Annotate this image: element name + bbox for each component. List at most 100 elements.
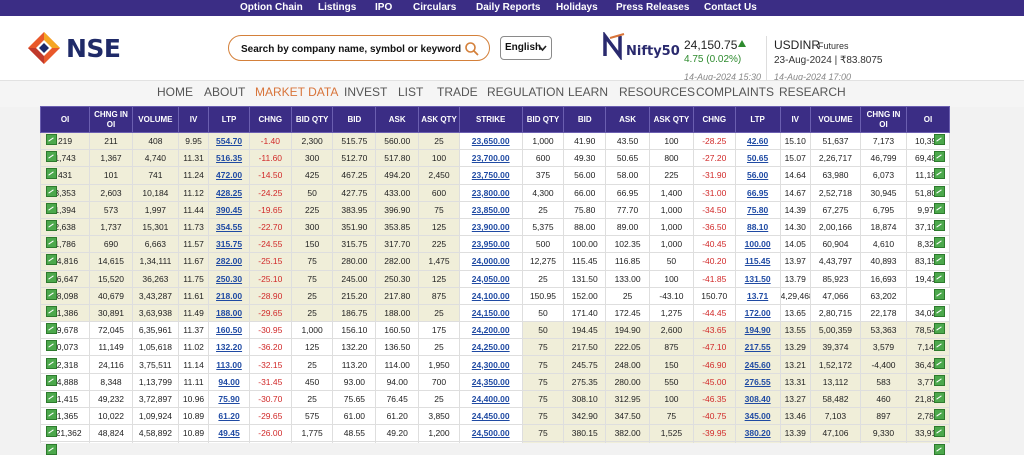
ltp-value[interactable]: 13.71 (747, 291, 768, 301)
ltp-value[interactable]: 115.45 (745, 256, 771, 266)
ltp-link[interactable]: 516.35 (208, 149, 250, 168)
ltp-link[interactable]: 50.65 (734, 149, 781, 168)
ltp-link[interactable]: 217.55 (734, 338, 781, 357)
chart-icon[interactable] (46, 185, 57, 197)
ltp-value[interactable]: 172.00 (745, 308, 771, 318)
chart-icon[interactable] (46, 202, 57, 214)
ltp-value[interactable]: 42.60 (747, 136, 768, 146)
chart-icon[interactable] (934, 374, 945, 386)
ltp-link[interactable]: 49.45 (208, 424, 250, 443)
strike-price[interactable]: 24,200.00 (472, 325, 510, 335)
ltp-value[interactable]: 113.00 (216, 360, 242, 370)
ltp-value[interactable]: 94.00 (218, 377, 239, 387)
strike-price-link[interactable]: 23,850.00 (458, 200, 523, 219)
column-header-iv[interactable]: IV (177, 106, 210, 133)
search-icon[interactable] (464, 41, 480, 57)
ltp-value[interactable]: 218.00 (216, 291, 242, 301)
ltp-value[interactable]: 75.80 (747, 205, 768, 215)
column-header-volume[interactable]: VOLUME (131, 106, 179, 133)
strike-price[interactable]: 24,150.00 (472, 308, 510, 318)
nav-item-trade[interactable]: TRADE (437, 85, 478, 99)
ltp-link[interactable]: 245.60 (734, 355, 781, 374)
chart-icon[interactable] (934, 426, 945, 438)
nse-logo-icon[interactable] (28, 32, 60, 64)
chart-icon[interactable] (46, 220, 57, 231)
chart-icon[interactable] (934, 340, 945, 352)
strike-price[interactable]: 24,100.00 (472, 291, 510, 301)
ltp-value[interactable]: 282.00 (216, 256, 242, 266)
ltp-link[interactable]: 250.30 (208, 269, 250, 288)
nav-item-resources[interactable]: RESOURCES (619, 85, 695, 99)
topnav-link-option-chain[interactable]: Option Chain (240, 0, 303, 16)
topnav-link-holidays[interactable]: Holidays (556, 0, 598, 16)
chart-icon[interactable] (934, 288, 945, 300)
chart-icon[interactable] (46, 340, 57, 352)
nse-logo-text[interactable]: NSE (66, 34, 121, 63)
chart-icon[interactable] (934, 409, 945, 421)
nav-item-research[interactable]: RESEARCH (779, 85, 846, 99)
strike-price-link[interactable]: 23,950.00 (458, 235, 523, 254)
chart-icon[interactable] (46, 443, 57, 455)
ltp-value[interactable]: 132.20 (216, 342, 242, 352)
strike-price[interactable]: 23,700.00 (472, 153, 510, 163)
strike-price[interactable]: 24,450.00 (472, 411, 510, 421)
column-header-bid[interactable]: BID (563, 106, 607, 133)
ltp-value[interactable]: 428.25 (216, 188, 242, 198)
chart-icon[interactable] (934, 202, 945, 214)
strike-price-link[interactable]: 24,250.00 (458, 338, 523, 357)
nav-item-about[interactable]: ABOUT (204, 85, 245, 99)
ltp-value[interactable]: 354.55 (216, 222, 242, 232)
column-header-ask[interactable]: ASK (605, 106, 650, 133)
nav-item-invest[interactable]: INVEST (344, 85, 387, 99)
ltp-value[interactable]: 49.45 (218, 428, 239, 438)
strike-price-link[interactable]: 24,450.00 (458, 406, 523, 426)
topnav-link-press-releases[interactable]: Press Releases (616, 0, 689, 16)
column-header-strike[interactable]: STRIKE (458, 106, 523, 133)
chart-icon[interactable] (46, 323, 57, 335)
strike-price-link[interactable]: 24,300.00 (458, 355, 523, 374)
chart-icon[interactable] (46, 374, 57, 386)
ltp-link[interactable]: 66.95 (734, 183, 781, 202)
strike-price[interactable]: 24,500.00 (472, 428, 510, 438)
ltp-link[interactable]: 75.90 (208, 389, 250, 409)
nifty50-logo[interactable]: Nifty50 (602, 28, 680, 68)
column-header-oi[interactable]: OI (905, 106, 950, 133)
column-header-chng[interactable]: CHNG (248, 106, 292, 133)
nav-item-market-data[interactable]: MARKET DATA (255, 85, 338, 99)
chart-icon[interactable] (934, 392, 945, 403)
ltp-value[interactable]: 160.50 (216, 325, 242, 335)
topnav-link-listings[interactable]: Listings (318, 0, 356, 16)
column-header-chng[interactable]: CHNG (692, 106, 736, 133)
ltp-value[interactable]: 245.60 (745, 360, 771, 370)
strike-price[interactable]: 23,850.00 (472, 205, 510, 215)
column-header-volume[interactable]: VOLUME (809, 106, 862, 133)
ltp-link[interactable]: 428.25 (208, 183, 250, 202)
ltp-value[interactable]: 194.90 (745, 325, 771, 335)
strike-price-link[interactable]: 24,150.00 (458, 303, 523, 323)
nav-item-list[interactable]: LIST (398, 85, 423, 99)
ltp-link[interactable]: 218.00 (208, 286, 250, 305)
chart-icon[interactable] (934, 185, 945, 197)
ltp-link[interactable]: 354.55 (208, 217, 250, 237)
ltp-link[interactable]: 188.00 (208, 303, 250, 323)
chart-icon[interactable] (46, 392, 57, 403)
column-header-ask[interactable]: ASK (375, 106, 420, 133)
ltp-value[interactable]: 100.00 (745, 239, 771, 249)
ltp-link[interactable]: 380.20 (734, 424, 781, 443)
strike-price[interactable]: 24,000.00 (472, 256, 510, 266)
strike-price-link[interactable]: 24,000.00 (458, 252, 523, 271)
chart-icon[interactable] (46, 409, 57, 421)
column-header-oi[interactable]: OI (40, 106, 91, 133)
nav-item-home[interactable]: HOME (157, 85, 193, 99)
strike-price-link[interactable]: 23,800.00 (458, 183, 523, 202)
strike-price[interactable]: 23,900.00 (472, 222, 510, 232)
chart-icon[interactable] (46, 134, 57, 145)
column-header-iv[interactable]: IV (779, 106, 811, 133)
currency-pair[interactable]: USDINR (774, 38, 820, 52)
column-header-bid[interactable]: BID (332, 106, 377, 133)
ltp-value[interactable]: 390.45 (216, 205, 242, 215)
strike-price-link[interactable]: 23,650.00 (458, 131, 523, 151)
ltp-value[interactable]: 131.50 (745, 274, 771, 284)
strike-price-link[interactable]: 24,400.00 (458, 389, 523, 409)
ltp-link[interactable]: 100.00 (734, 235, 781, 254)
